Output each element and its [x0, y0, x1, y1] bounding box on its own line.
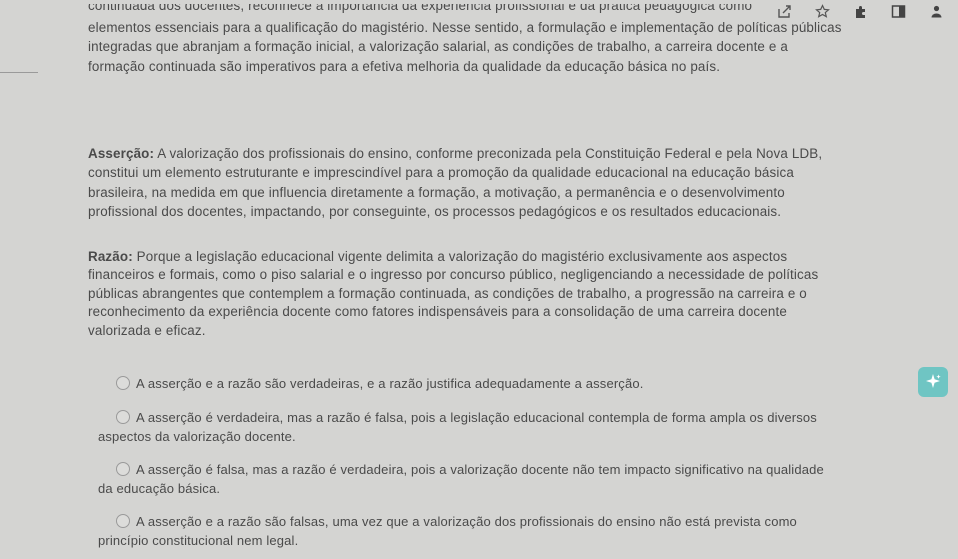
assertion-paragraph: Asserção: A valorização dos profissionai… [88, 144, 848, 221]
intro-clipped-line-wrapper: continuada dos docentes, reconhece a imp… [88, 4, 848, 18]
profile-icon[interactable] [928, 3, 944, 19]
sparkle-icon [926, 374, 941, 388]
option-2-text: A asserção é verdadeira, mas a razão é f… [98, 410, 817, 444]
intro-text: elementos essenciais para a qualificação… [88, 20, 842, 74]
intro-line-1: continuada dos docentes, reconhece a imp… [88, 4, 753, 13]
radio-button[interactable] [116, 462, 130, 476]
radio-button[interactable] [116, 376, 130, 390]
option-4[interactable]: A asserção e a razão são falsas, uma vez… [98, 512, 838, 550]
assertion-label: Asserção: [88, 146, 155, 161]
option-4-text: A asserção e a razão são falsas, uma vez… [98, 514, 797, 548]
option-1-text: A asserção e a razão são verdadeiras, e … [136, 376, 644, 391]
radio-button[interactable] [116, 514, 130, 528]
option-3-text: A asserção é falsa, mas a razão é verdad… [98, 462, 824, 496]
radio-button[interactable] [116, 410, 130, 424]
sidebar-icon[interactable] [890, 3, 906, 19]
option-1[interactable]: A asserção e a razão são verdadeiras, e … [98, 374, 838, 393]
intro-paragraph: continuada dos docentes, reconhece a imp… [88, 4, 848, 76]
assertion-text: A valorização dos profissionais do ensin… [88, 146, 823, 219]
left-divider [0, 72, 38, 73]
extension-icon[interactable] [852, 3, 868, 19]
option-3[interactable]: A asserção é falsa, mas a razão é verdad… [98, 460, 838, 498]
reason-label: Razão: [88, 249, 133, 264]
assistant-button[interactable] [918, 367, 948, 397]
reason-text: Porque a legislação educacional vigente … [88, 249, 819, 338]
option-2[interactable]: A asserção é verdadeira, mas a razão é f… [98, 408, 838, 446]
reason-paragraph: Razão: Porque a legislação educacional v… [88, 248, 848, 340]
